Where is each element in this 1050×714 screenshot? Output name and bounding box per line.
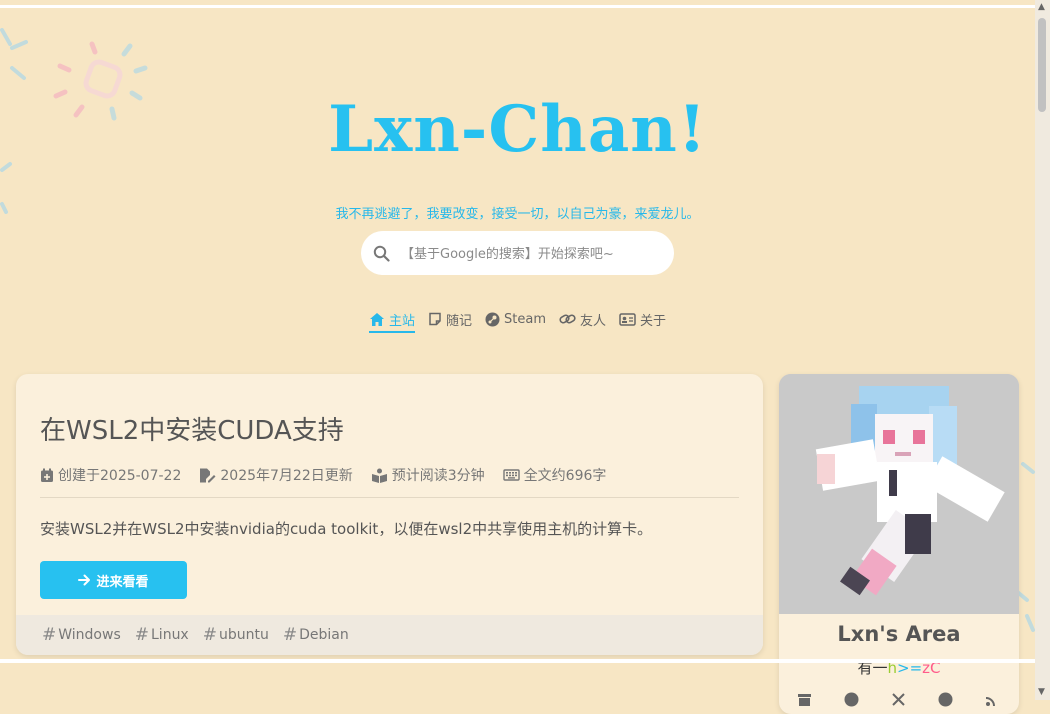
note-icon [429,312,441,326]
read-more-button[interactable]: 进来看看 [40,561,187,599]
tag-label: Linux [151,627,189,643]
link-icon [559,314,576,324]
steam-icon [485,312,500,326]
tag-debian[interactable]: # Debian [283,625,349,645]
post-meta: 创建于2025-07-22 2025年7月22日更新 预计阅读3分钟 全文约69… [40,465,606,485]
tag-label: ubuntu [218,627,269,643]
id-card-icon [619,312,636,326]
meta-divider [40,497,739,498]
nav-label: 友人 [580,313,607,329]
minecraft-skin-avatar [779,374,1019,614]
nav-label: 随记 [446,313,473,329]
hash-icon: # [282,625,298,645]
book-reader-icon [371,468,387,483]
calendar-plus-icon [41,468,53,482]
site-title[interactable]: Lxn-Chan! [0,92,1035,167]
nav-item-main[interactable]: 主站 [369,308,416,333]
site-slogan: 我不再逃避了，我要改变，接受一切，以自己为豪，来爱龙儿。 [335,207,700,222]
scrollbar-thumb[interactable] [1038,18,1046,112]
nav-item-notes[interactable]: 随记 [428,308,472,331]
profile-name: Lxn's Area [837,622,961,646]
profile-card: Lxn's Area 有一h>=zC [779,374,1019,714]
nav-label: Steam [504,311,547,327]
main-nav: 主站 随记 Steam 友人 关于 [369,308,666,333]
search-box[interactable] [361,231,674,277]
tag-label: Windows [58,627,121,643]
meta-read-time-text: 预计阅读3分钟 [391,468,485,484]
vertical-scrollbar[interactable]: ▲ ▼ [1035,0,1050,700]
post-tags: # Windows # Linux # ubuntu # Debian [16,615,763,655]
keyboard-icon [502,469,520,481]
bottom-border-line [0,659,1035,663]
arrow-right-icon [78,574,91,586]
post-card: 在WSL2中安装CUDA支持 创建于2025-07-22 2025年7月22日更… [16,374,763,655]
tag-label: Debian [299,627,349,643]
post-title[interactable]: 在WSL2中安装CUDA支持 [40,410,344,447]
nav-label: 关于 [640,313,667,329]
meta-updated: 2025年7月22日更新 [199,465,353,485]
tag-windows[interactable]: # Windows [42,625,121,645]
hash-icon: # [42,625,57,645]
meta-updated-text: 2025年7月22日更新 [220,468,353,484]
meta-word-count-text: 全文约696字 [523,468,607,484]
read-more-label: 进来看看 [96,574,149,590]
top-border-line [0,5,1035,8]
hash-icon: # [202,625,217,645]
file-edit-icon [200,468,216,482]
hash-icon: # [134,625,149,645]
meta-read-time: 预计阅读3分钟 [371,465,485,485]
search-icon [373,245,390,262]
scroll-up-arrow-icon[interactable]: ▲ [1038,3,1045,12]
avatar [779,374,1019,614]
nav-item-steam[interactable]: Steam [485,308,546,331]
meta-created-text: 创建于2025-07-22 [58,468,182,484]
meta-word-count: 全文约696字 [502,465,607,485]
nav-label: 主站 [389,313,416,329]
post-excerpt: 安装WSL2并在WSL2中安装nvidia的cuda toolkit，以便在ws… [40,520,653,538]
tag-linux[interactable]: # Linux [135,625,189,645]
scroll-down-arrow-icon[interactable]: ▼ [1038,688,1045,697]
nav-item-friends[interactable]: 友人 [559,308,606,331]
home-icon [370,312,384,326]
tag-ubuntu[interactable]: # ubuntu [203,625,269,645]
search-input[interactable] [399,231,663,277]
meta-created: 创建于2025-07-22 [40,465,181,485]
nav-item-about[interactable]: 关于 [619,308,666,331]
